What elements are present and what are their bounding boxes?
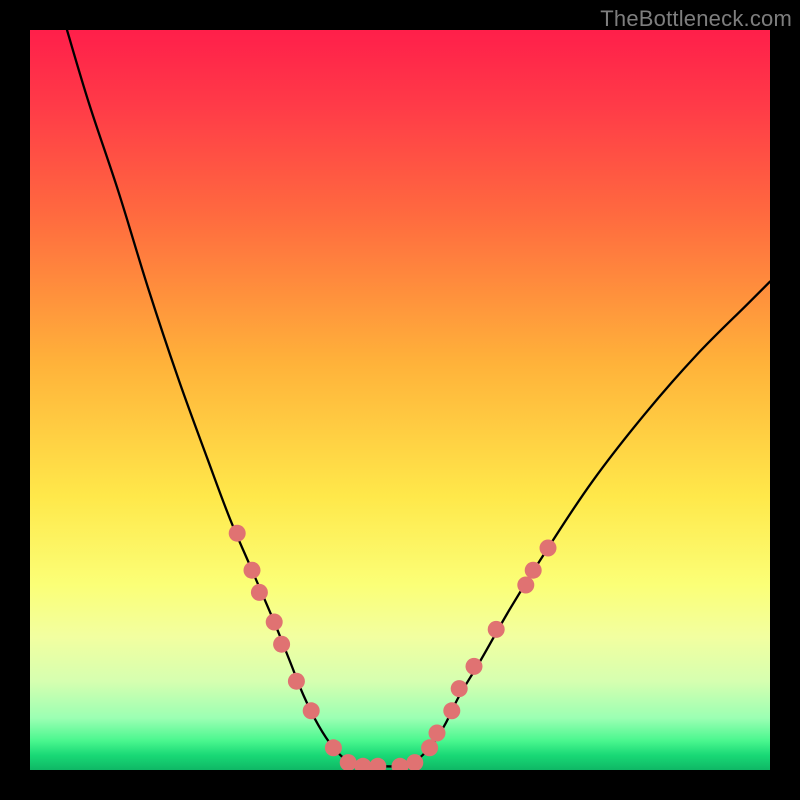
marker-dot	[229, 525, 246, 542]
marker-dot	[266, 614, 283, 631]
marker-dot	[517, 577, 534, 594]
marker-dot	[325, 739, 342, 756]
bottleneck-curve	[67, 30, 770, 767]
series-markers	[229, 525, 557, 770]
series-lines	[67, 30, 770, 767]
marker-dot	[421, 739, 438, 756]
watermark-text: TheBottleneck.com	[600, 6, 792, 32]
marker-dot	[540, 540, 557, 557]
marker-dot	[443, 702, 460, 719]
chart-plot-area	[30, 30, 770, 770]
marker-dot	[303, 702, 320, 719]
marker-dot	[429, 725, 446, 742]
marker-dot	[488, 621, 505, 638]
marker-dot	[451, 680, 468, 697]
marker-dot	[288, 673, 305, 690]
marker-dot	[369, 758, 386, 770]
marker-dot	[525, 562, 542, 579]
marker-dot	[392, 758, 409, 770]
marker-dot	[355, 758, 372, 770]
marker-dot	[244, 562, 261, 579]
marker-dot	[273, 636, 290, 653]
marker-dot	[251, 584, 268, 601]
marker-dot	[466, 658, 483, 675]
chart-svg	[30, 30, 770, 770]
